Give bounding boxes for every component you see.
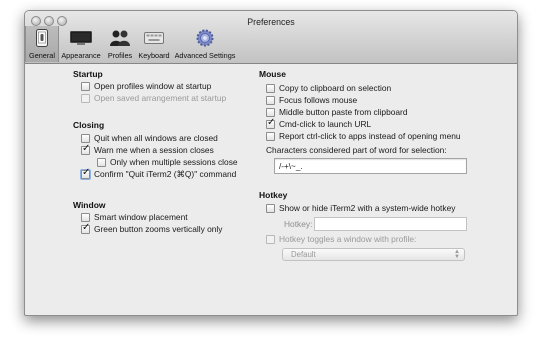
tab-advanced-settings-label: Advanced Settings [174, 51, 236, 60]
checkbox-box[interactable] [81, 167, 90, 179]
people-icon [110, 30, 130, 46]
tab-appearance[interactable]: Appearance [60, 26, 102, 62]
checkbox-box[interactable] [81, 213, 90, 222]
checkbox-box[interactable] [266, 204, 275, 213]
window-heading: Window [73, 200, 106, 210]
checkbox-label: Quit when all windows are closed [94, 133, 218, 143]
checkbox-label: Show or hide iTerm2 with a system-wide h… [279, 203, 456, 213]
checkbox-label: Only when multiple sessions close [110, 157, 238, 167]
checkbox-box[interactable] [266, 84, 275, 93]
checkbox-box[interactable] [81, 94, 90, 103]
checkbox-box[interactable] [266, 108, 275, 117]
select-arrows-icon: ▲ ▼ [454, 249, 460, 260]
closing-heading: Closing [73, 120, 105, 130]
checkbox-label: Warn me when a session closes [94, 145, 214, 155]
profile-select[interactable]: Default ▲ ▼ [282, 248, 465, 261]
checkbox-label: Green button zooms vertically only [94, 224, 223, 234]
mouse-heading: Mouse [259, 69, 286, 79]
hotkey-heading: Hotkey [259, 190, 288, 200]
checkbox-box[interactable] [266, 235, 275, 244]
checkbox-box[interactable] [97, 158, 106, 167]
tab-advanced-settings[interactable]: Advanced Settings [173, 26, 237, 62]
checkbox-label: Smart window placement [94, 212, 188, 222]
checkbox-box[interactable] [81, 134, 90, 143]
checkbox-label: Open profiles window at startup [94, 81, 212, 91]
preferences-window: Preferences General Appearance Profiles … [24, 10, 518, 316]
checkbox-label: Cmd-click to launch URL [279, 119, 372, 129]
checkbox-label: Report ctrl-click to apps instead of ope… [279, 131, 461, 141]
monitor-icon [70, 31, 92, 45]
gear-icon [196, 29, 214, 47]
general-pane: Startup Open profiles window at startup … [25, 64, 517, 315]
checkbox-label: Confirm "Quit iTerm2 (⌘Q)" command [94, 169, 237, 179]
word-chars-input[interactable]: /-+\~_. [274, 158, 467, 174]
checkbox-label: Copy to clipboard on selection [279, 83, 392, 93]
checkbox-box[interactable] [266, 96, 275, 105]
iphone-switch-icon [36, 29, 48, 47]
checkbox-box[interactable] [266, 132, 275, 141]
tab-general[interactable]: General [25, 26, 59, 62]
tab-profiles[interactable]: Profiles [104, 26, 136, 62]
tab-keyboard[interactable]: Keyboard [136, 26, 172, 62]
checkbox-box[interactable] [266, 117, 275, 129]
tab-appearance-label: Appearance [61, 51, 101, 60]
word-chars-label: Characters considered part of word for s… [266, 145, 447, 155]
keyboard-icon [144, 32, 164, 44]
checkbox-label: Open saved arrangement at startup [94, 93, 227, 103]
tab-profiles-label: Profiles [107, 51, 133, 60]
checkbox-box[interactable] [81, 222, 90, 234]
checkbox-box[interactable] [81, 143, 90, 155]
profile-select-value: Default [291, 250, 316, 259]
startup-heading: Startup [73, 69, 103, 79]
tab-keyboard-label: Keyboard [138, 51, 170, 60]
checkbox-box[interactable] [81, 82, 90, 91]
hotkey-label: Hotkey: [284, 219, 313, 229]
checkbox-label: Focus follows mouse [279, 95, 358, 105]
checkbox-label: Hotkey toggles a window with profile: [279, 234, 417, 244]
tab-general-label: General [29, 51, 55, 60]
title-bar: Preferences General Appearance Profiles … [25, 11, 517, 64]
hotkey-input[interactable] [314, 217, 467, 231]
checkbox-label: Middle button paste from clipboard [279, 107, 408, 117]
